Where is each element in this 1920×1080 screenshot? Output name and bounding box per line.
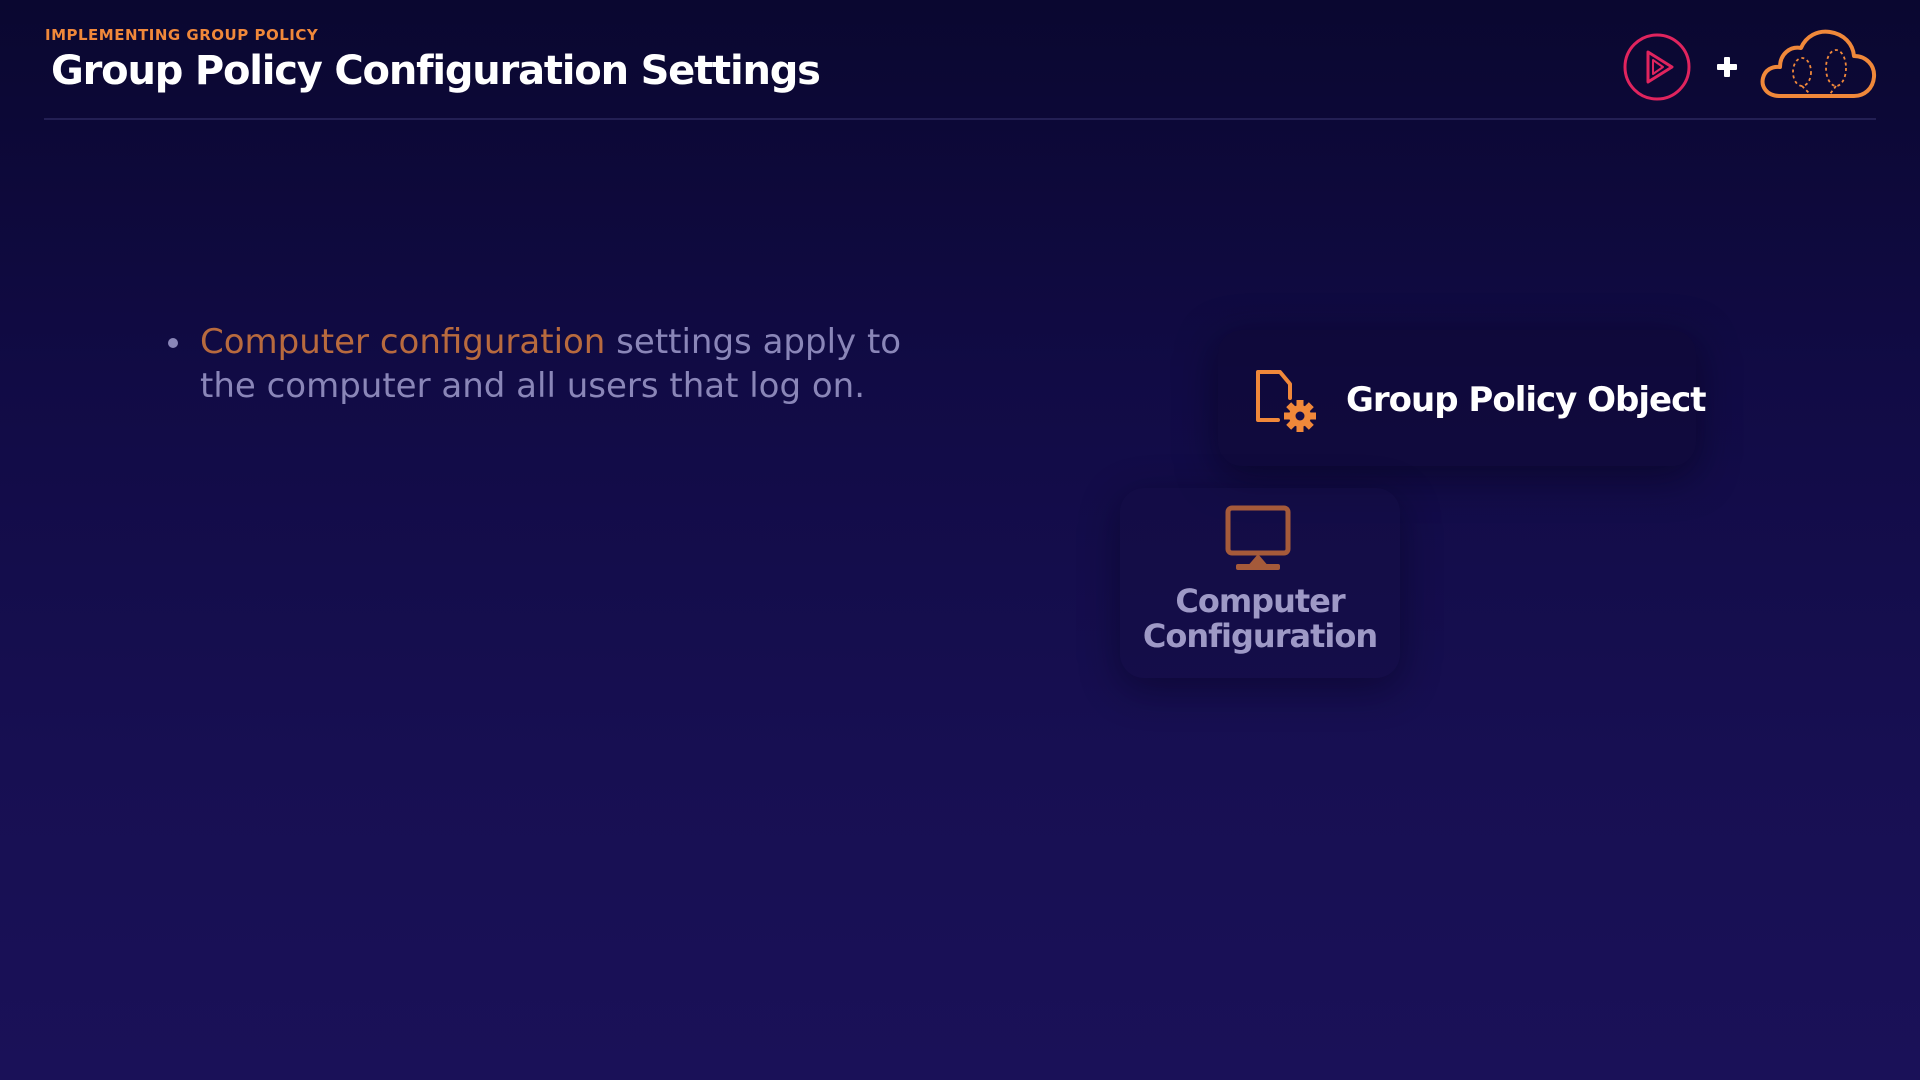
gpo-label: Group Policy Object — [1346, 380, 1707, 420]
plus-icon — [1717, 57, 1737, 77]
computer-config-label: Computer Configuration — [1120, 584, 1400, 654]
pluralsight-play-icon — [1623, 33, 1691, 101]
page-title: Group Policy Configuration Settings — [51, 48, 821, 94]
computer-config-label-line1: Computer — [1175, 582, 1345, 620]
computer-config-label-line2: Configuration — [1142, 617, 1378, 655]
list-item: Computer configuration settings apply to… — [165, 320, 925, 408]
bullet-highlight: Computer configuration — [200, 322, 606, 362]
header-divider — [44, 118, 1876, 120]
document-gear-icon — [1256, 370, 1316, 432]
eyebrow-label: IMPLEMENTING GROUP POLICY — [45, 26, 319, 44]
bullet-dot — [168, 338, 178, 348]
bullet-list: Computer configuration settings apply to… — [165, 320, 925, 408]
monitor-icon — [1225, 505, 1291, 570]
cloud-skills-icon — [1760, 29, 1877, 98]
